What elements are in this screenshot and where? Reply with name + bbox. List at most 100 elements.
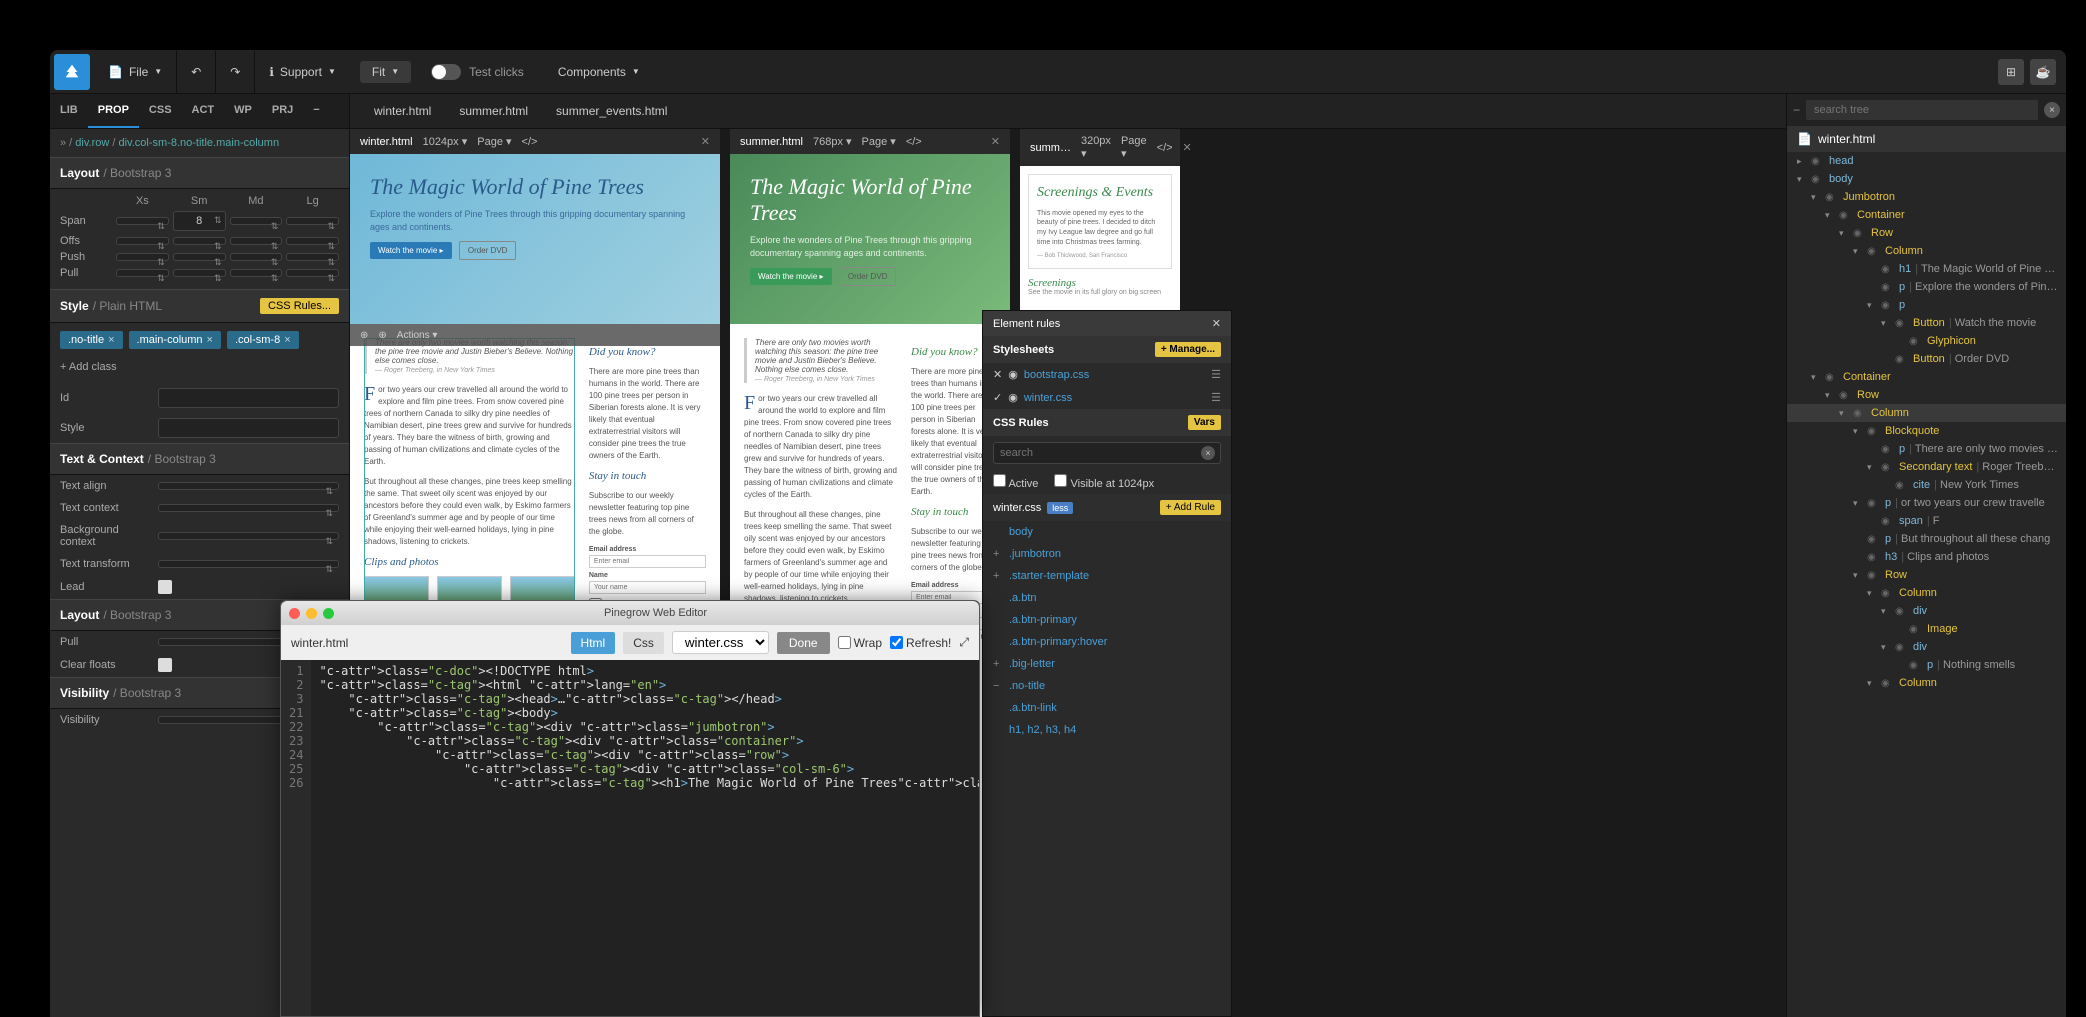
manage-stylesheets-button[interactable]: + Manage... bbox=[1155, 342, 1221, 357]
close-icon[interactable]: ✕ bbox=[701, 135, 710, 148]
pull-select[interactable] bbox=[173, 269, 226, 277]
collapse-icon[interactable]: ⤢ bbox=[959, 635, 969, 650]
push-select[interactable] bbox=[286, 253, 339, 261]
breadcrumb-parent[interactable]: div.row bbox=[75, 137, 109, 149]
eye-icon[interactable]: ◉ bbox=[1867, 570, 1881, 581]
panel-tab-css[interactable]: CSS bbox=[139, 94, 182, 128]
tree-caret-icon[interactable]: ▾ bbox=[1881, 642, 1891, 653]
css-rule-item[interactable]: +.starter-template bbox=[983, 565, 1231, 587]
redo-button[interactable]: ↷ bbox=[216, 50, 255, 94]
file-tab[interactable]: summer_events.html bbox=[542, 94, 681, 128]
width-select[interactable]: 320px ▾ bbox=[1081, 135, 1111, 160]
collapse-icon[interactable]: − bbox=[1793, 103, 1800, 117]
css-file-select[interactable]: winter.css bbox=[672, 631, 769, 654]
tree-node[interactable]: ▾◉body bbox=[1787, 170, 2066, 188]
eye-icon[interactable]: ◉ bbox=[1881, 678, 1895, 689]
eye-icon[interactable]: ◉ bbox=[1881, 588, 1895, 599]
tree-node[interactable]: ◉Glyphicon bbox=[1787, 332, 2066, 350]
tree-node[interactable]: ▾◉Jumbotron bbox=[1787, 188, 2066, 206]
minimize-dot[interactable] bbox=[306, 608, 317, 619]
tree-node[interactable]: ▾◉Column bbox=[1787, 404, 2066, 422]
push-select[interactable] bbox=[173, 253, 226, 261]
code-content[interactable]: "c-attr">class="c-doc"><!DOCTYPE html> "… bbox=[311, 660, 979, 1016]
page-menu[interactable]: Page ▾ bbox=[477, 135, 511, 148]
close-icon[interactable]: ✕ bbox=[991, 135, 1000, 148]
close-icon[interactable]: ✕ bbox=[993, 368, 1002, 381]
tree-file-header[interactable]: 📄 winter.html bbox=[1787, 126, 2066, 152]
text-align-select[interactable] bbox=[158, 482, 339, 490]
file-tab[interactable]: winter.html bbox=[360, 94, 445, 128]
coffee-button[interactable]: ☕ bbox=[2030, 59, 2056, 85]
eye-icon[interactable]: ◉ bbox=[1853, 228, 1867, 239]
css-tab[interactable]: Css bbox=[623, 632, 664, 654]
refresh-checkbox[interactable]: Refresh! bbox=[890, 636, 951, 650]
panel-tab-lib[interactable]: LIB bbox=[50, 94, 88, 128]
css-rule-item[interactable]: .a.btn-primary:hover bbox=[983, 631, 1231, 653]
grid-view-button[interactable]: ⊞ bbox=[1998, 59, 2024, 85]
tree-node[interactable]: ▾◉por two years our crew travelle bbox=[1787, 494, 2066, 512]
code-icon[interactable]: </> bbox=[906, 136, 922, 148]
tree-node[interactable]: ▾◉Blockquote bbox=[1787, 422, 2066, 440]
tree-caret-icon[interactable]: ▾ bbox=[1853, 246, 1863, 257]
eye-icon[interactable]: ◉ bbox=[1867, 534, 1881, 545]
span-select[interactable] bbox=[230, 217, 283, 225]
test-clicks-toggle[interactable] bbox=[431, 64, 461, 80]
tree-caret-icon[interactable]: ▾ bbox=[1839, 228, 1849, 239]
active-checkbox[interactable]: Active bbox=[993, 474, 1038, 490]
tree-node[interactable]: ▾◉div bbox=[1787, 602, 2066, 620]
eye-icon[interactable]: ◉ bbox=[1909, 624, 1923, 635]
eye-icon[interactable]: ◉ bbox=[1895, 642, 1909, 653]
tree-node[interactable]: ▾◉Secondary textRoger Treeb… bbox=[1787, 458, 2066, 476]
tree-node[interactable]: ▾◉Row bbox=[1787, 386, 2066, 404]
eye-icon[interactable]: ◉ bbox=[1881, 516, 1895, 527]
eye-icon[interactable]: ◉ bbox=[1811, 174, 1825, 185]
wrap-checkbox[interactable]: Wrap bbox=[838, 636, 882, 650]
background-context-select[interactable] bbox=[158, 532, 339, 540]
eye-icon[interactable]: ◉ bbox=[1839, 390, 1853, 401]
tree-node[interactable]: ▾◉Container bbox=[1787, 206, 2066, 224]
breadcrumb-current[interactable]: div.col-sm-8.no-title.main-column bbox=[119, 137, 280, 149]
components-menu[interactable]: Components ▼ bbox=[544, 50, 654, 94]
panel-tab-act[interactable]: ACT bbox=[182, 94, 225, 128]
code-icon[interactable]: </> bbox=[522, 136, 538, 148]
tree-caret-icon[interactable]: ▾ bbox=[1853, 426, 1863, 437]
eye-icon[interactable]: ◉ bbox=[1909, 660, 1923, 671]
tree-caret-icon[interactable]: ▾ bbox=[1811, 192, 1821, 203]
remove-tag-icon[interactable]: × bbox=[108, 334, 114, 346]
eye-icon[interactable]: ◉ bbox=[1881, 282, 1895, 293]
support-menu[interactable]: ℹ Support ▼ bbox=[255, 50, 350, 94]
pull-select[interactable] bbox=[116, 269, 169, 277]
tree-caret-icon[interactable]: ▸ bbox=[1797, 156, 1807, 167]
text-context-select[interactable] bbox=[158, 504, 339, 512]
css-rule-item[interactable]: +.big-letter bbox=[983, 653, 1231, 675]
eye-icon[interactable]: ◉ bbox=[1825, 372, 1839, 383]
close-dot[interactable] bbox=[289, 608, 300, 619]
tree-caret-icon[interactable]: ▾ bbox=[1811, 372, 1821, 383]
text-transform-select[interactable] bbox=[158, 560, 339, 568]
span-select[interactable] bbox=[286, 217, 339, 225]
eye-icon[interactable]: ◉ bbox=[1867, 426, 1881, 437]
stylesheet-row[interactable]: ✓◉winter.css☰ bbox=[983, 386, 1231, 409]
eye-icon[interactable]: ◉ bbox=[1867, 552, 1881, 563]
tree-caret-icon[interactable]: ▾ bbox=[1867, 300, 1877, 311]
tree-node[interactable]: ◉pThere are only two movies … bbox=[1787, 440, 2066, 458]
eye-icon[interactable]: ◉ bbox=[1853, 408, 1867, 419]
tree-node[interactable]: ▾◉div bbox=[1787, 638, 2066, 656]
eye-icon[interactable]: ◉ bbox=[1895, 318, 1909, 329]
eye-icon[interactable]: ◉ bbox=[1895, 354, 1909, 365]
panel-tab-wp[interactable]: WP bbox=[224, 94, 262, 128]
tree-node[interactable]: ▾◉ButtonWatch the movie bbox=[1787, 314, 2066, 332]
eye-icon[interactable]: ◉ bbox=[1881, 300, 1895, 311]
clear-search-button[interactable]: × bbox=[2044, 102, 2060, 118]
tree-caret-icon[interactable]: ▾ bbox=[1867, 462, 1877, 473]
eye-icon[interactable]: ◉ bbox=[1909, 336, 1923, 347]
width-select[interactable]: 768px ▾ bbox=[813, 135, 852, 148]
eye-icon[interactable]: ◉ bbox=[1008, 368, 1018, 381]
zoom-select[interactable]: Fit ▼ bbox=[360, 61, 411, 83]
tree-caret-icon[interactable]: ▾ bbox=[1825, 390, 1835, 401]
eye-icon[interactable]: ◉ bbox=[1881, 444, 1895, 455]
tree-node[interactable]: ◉pNothing smells bbox=[1787, 656, 2066, 674]
width-select[interactable]: 1024px ▾ bbox=[423, 135, 468, 148]
tree-caret-icon[interactable]: ▾ bbox=[1867, 678, 1877, 689]
class-tag[interactable]: .col-sm-8 × bbox=[227, 331, 299, 349]
